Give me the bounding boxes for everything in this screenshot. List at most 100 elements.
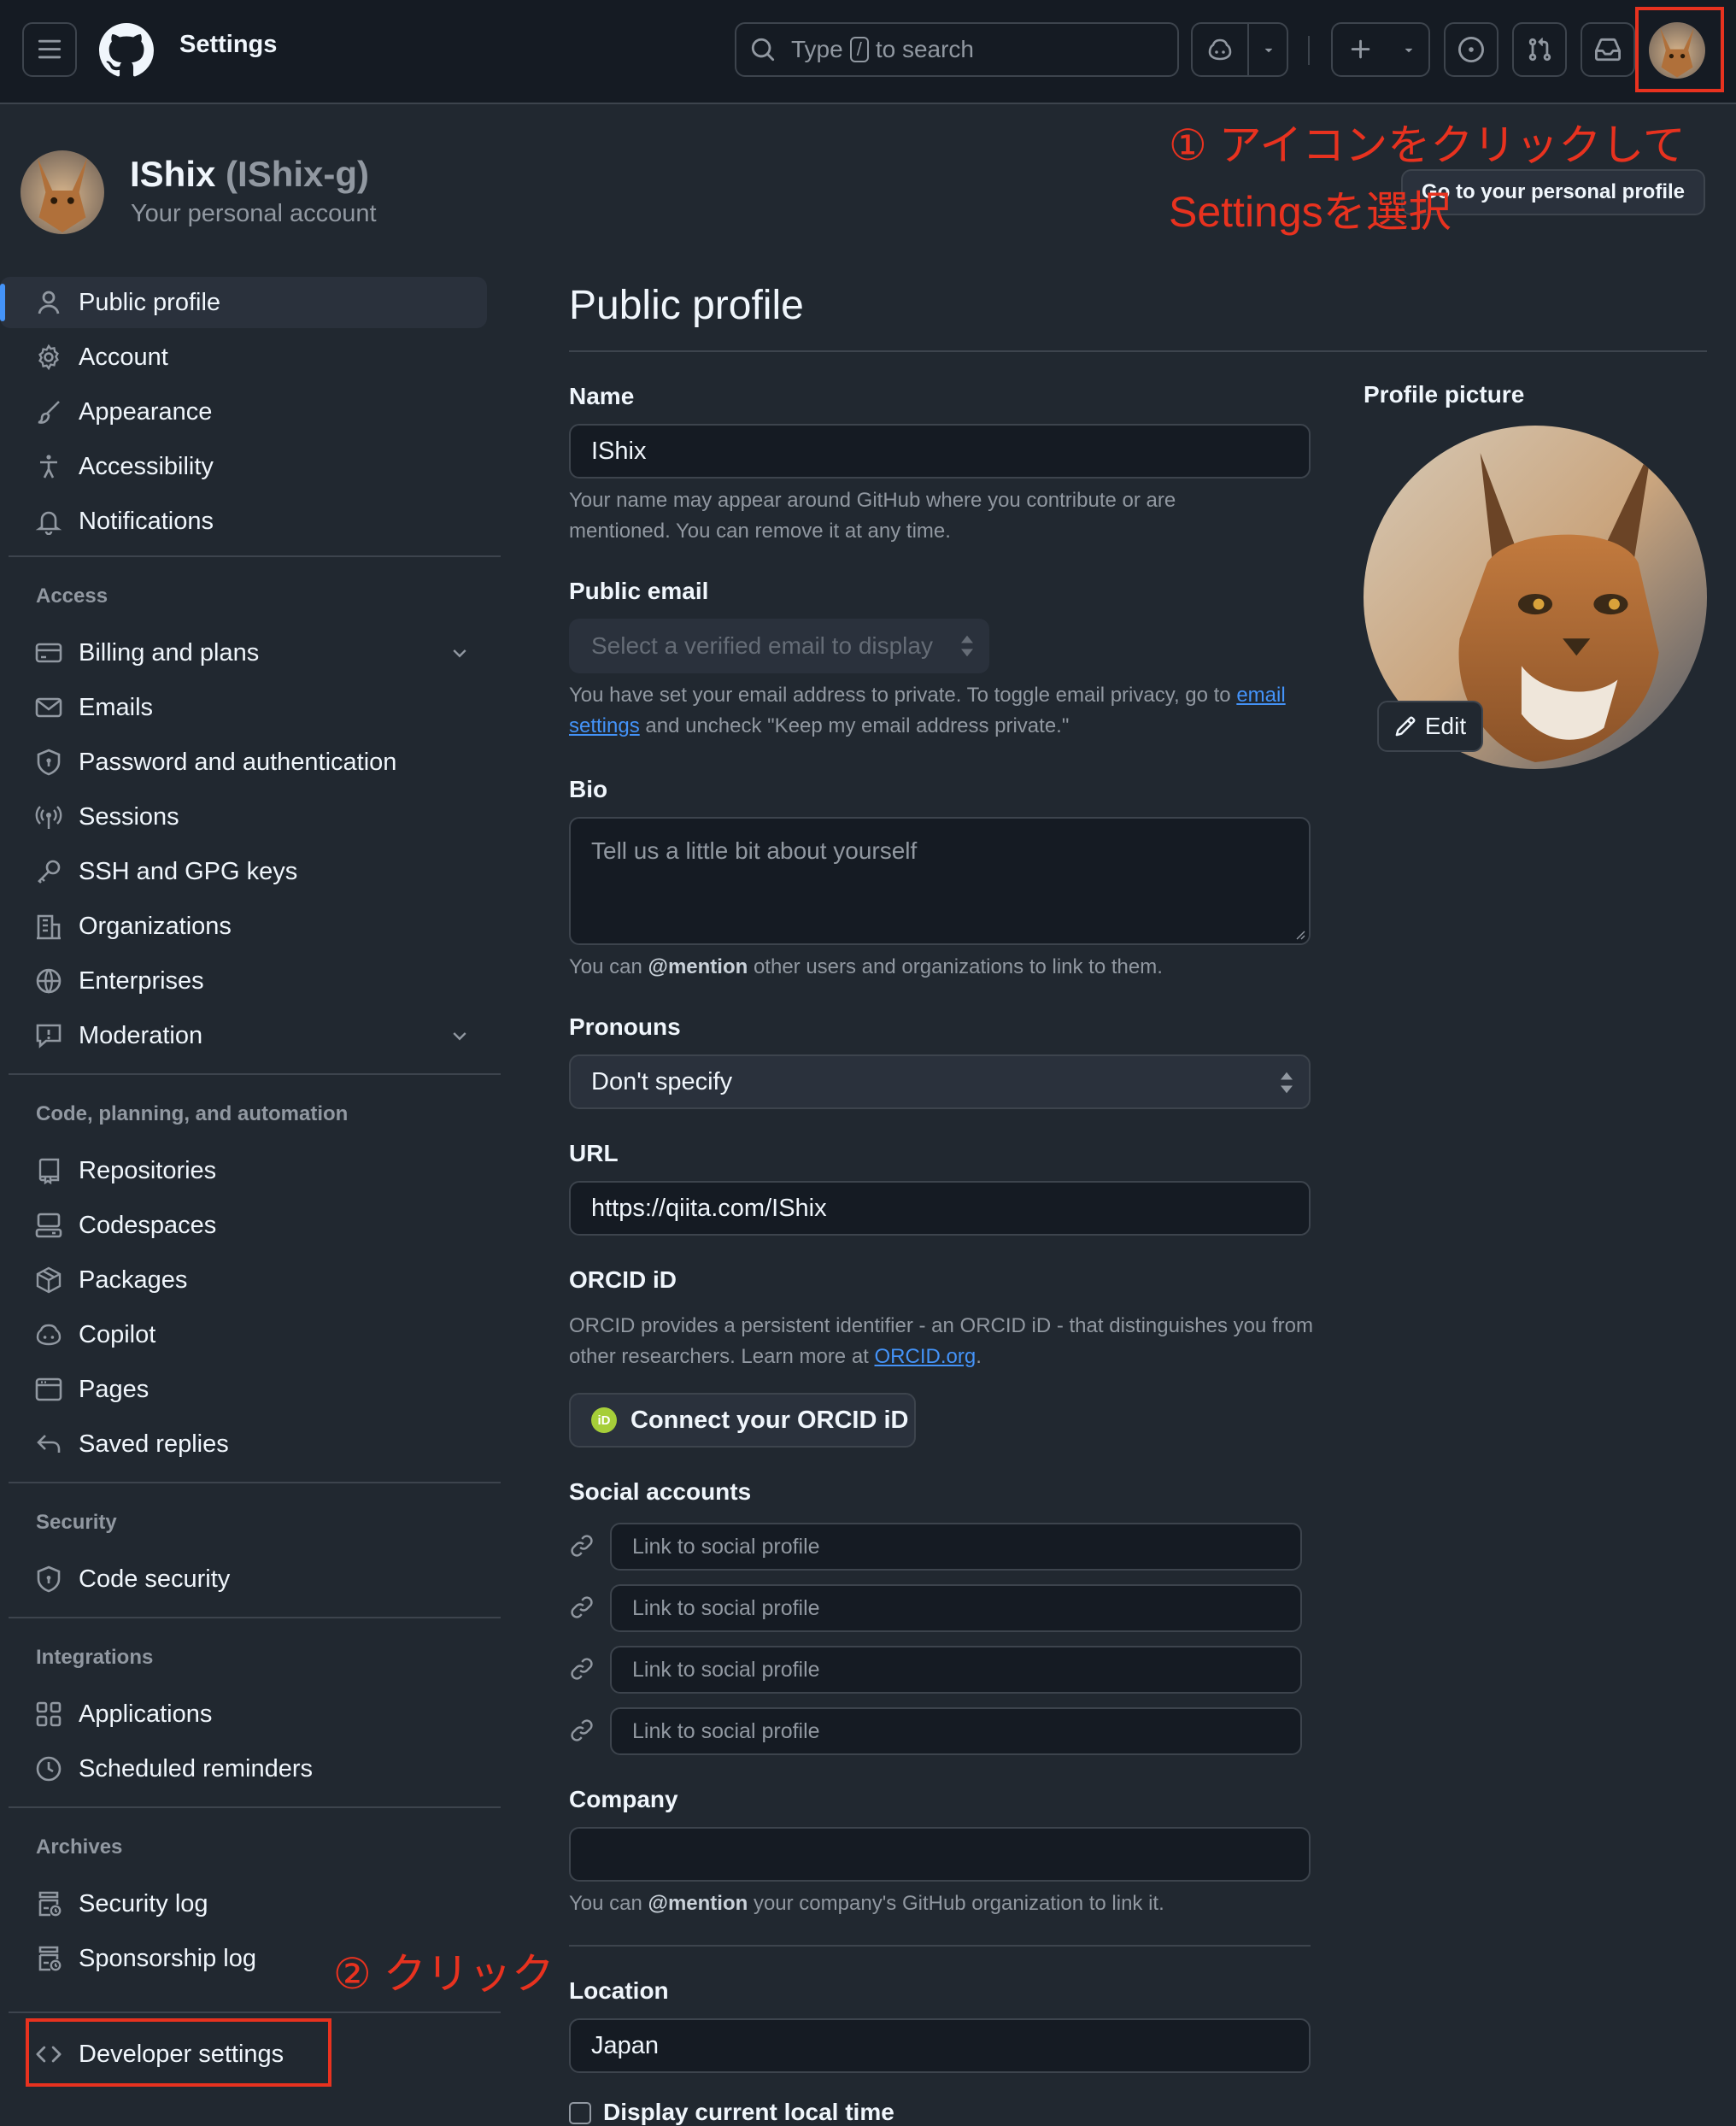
sidebar-item-accessibility[interactable]: Accessibility <box>9 441 487 492</box>
codespaces-icon <box>34 1211 63 1240</box>
chevron-down-icon <box>453 649 466 658</box>
sidebar-section-heading: Access <box>36 584 108 608</box>
orcid-note-period: . <box>976 1345 982 1368</box>
resize-handle-icon[interactable] <box>1292 926 1305 940</box>
social-account-row: Link to social profile <box>569 1523 1304 1571</box>
section-divider <box>569 1945 1311 1947</box>
sidebar-item-pages[interactable]: Pages <box>9 1364 487 1415</box>
bio-note: You can @mention other users and organiz… <box>569 952 1338 983</box>
sidebar-item-label: Repositories <box>79 1156 217 1184</box>
sidebar-item-account[interactable]: Account <box>9 332 487 383</box>
company-note: You can @mention your company's GitHub o… <box>569 1888 1338 1919</box>
location-input[interactable]: Japan <box>569 2018 1311 2073</box>
local-time-checkbox[interactable] <box>569 2102 591 2124</box>
social-profile-input[interactable]: Link to social profile <box>610 1646 1302 1694</box>
sidebar-item-billing-and-plans[interactable]: Billing and plans <box>9 627 487 678</box>
sidebar-item-notifications[interactable]: Notifications <box>9 496 487 547</box>
sidebar-section-heading: Code, planning, and automation <box>36 1102 349 1125</box>
sidebar-item-label: Security log <box>79 1889 208 1918</box>
annotation-highlight-developer-settings <box>26 2018 331 2087</box>
name-input[interactable]: IShix <box>569 424 1311 479</box>
search-input[interactable]: Type / to search <box>735 22 1179 77</box>
account-display-name: IShix <box>130 154 216 194</box>
search-hint-suffix: to search <box>875 36 974 62</box>
social-account-row: Link to social profile <box>569 1707 1304 1755</box>
sidebar-item-packages[interactable]: Packages <box>9 1254 487 1306</box>
link-icon <box>569 1594 595 1620</box>
public-email-note-text-end: and uncheck "Keep my email address priva… <box>645 714 1070 737</box>
sidebar-item-label: Packages <box>79 1266 188 1294</box>
sidebar-divider <box>9 1617 501 1618</box>
public-email-note: You have set your email address to priva… <box>569 680 1338 742</box>
sidebar-item-scheduled-reminders[interactable]: Scheduled reminders <box>9 1743 487 1794</box>
issues-button[interactable] <box>1444 22 1498 77</box>
sidebar-item-copilot[interactable]: Copilot <box>9 1309 487 1360</box>
social-profile-input[interactable]: Link to social profile <box>610 1584 1302 1632</box>
link-icon <box>569 1656 595 1682</box>
sidebar-item-emails[interactable]: Emails <box>9 682 487 733</box>
sidebar-item-sessions[interactable]: Sessions <box>9 791 487 843</box>
pull-requests-button[interactable] <box>1512 22 1567 77</box>
company-input[interactable] <box>569 1827 1311 1882</box>
pencil-icon <box>1395 716 1416 737</box>
public-email-label: Public email <box>569 578 709 604</box>
sidebar-item-applications[interactable]: Applications <box>9 1688 487 1740</box>
sidebar-item-repositories[interactable]: Repositories <box>9 1145 487 1196</box>
sidebar-item-ssh-and-gpg-keys[interactable]: SSH and GPG keys <box>9 846 487 897</box>
bio-textarea[interactable]: Tell us a little bit about yourself <box>569 817 1311 945</box>
sidebar-item-label: Codespaces <box>79 1211 217 1239</box>
hamburger-menu-button[interactable] <box>22 22 77 77</box>
link-icon <box>569 1718 595 1743</box>
report-icon <box>34 1021 63 1050</box>
sidebar-item-public-profile[interactable]: Public profile <box>0 277 487 328</box>
social-profile-placeholder: Link to social profile <box>632 1718 820 1743</box>
sidebar-item-organizations[interactable]: Organizations <box>9 901 487 952</box>
sidebar-item-label: Copilot <box>79 1320 156 1348</box>
mail-icon <box>34 693 63 722</box>
orcid-org-link[interactable]: ORCID.org <box>875 1345 976 1368</box>
sidebar-item-label: Applications <box>79 1700 213 1728</box>
sidebar-item-code-security[interactable]: Code security <box>9 1553 487 1605</box>
inbox-button[interactable] <box>1581 22 1635 77</box>
sidebar-item-label: Sessions <box>79 802 179 831</box>
sidebar-item-enterprises[interactable]: Enterprises <box>9 955 487 1007</box>
pronouns-value: Don't specify <box>591 1067 733 1095</box>
sidebar-item-moderation[interactable]: Moderation <box>9 1010 487 1061</box>
apps-icon <box>34 1700 63 1729</box>
github-logo-icon[interactable] <box>99 23 154 78</box>
create-new-button[interactable] <box>1331 22 1430 77</box>
sidebar-divider <box>9 1482 501 1483</box>
url-input[interactable]: https://qiita.com/IShix <box>569 1181 1311 1236</box>
copilot-menu-button[interactable] <box>1191 22 1288 77</box>
sidebar-item-label: Account <box>79 343 168 371</box>
local-time-label: Display current local time <box>603 2099 894 2125</box>
paintbrush-icon <box>34 397 63 426</box>
git-pull-request-icon <box>1528 38 1551 62</box>
sidebar-item-security-log[interactable]: Security log <box>9 1878 487 1929</box>
sidebar-item-password-and-authentication[interactable]: Password and authentication <box>9 737 487 788</box>
triangle-down-icon <box>1264 48 1273 53</box>
name-input-value: IShix <box>591 437 647 465</box>
social-profile-input[interactable]: Link to social profile <box>610 1523 1302 1571</box>
sidebar-item-codespaces[interactable]: Codespaces <box>9 1200 487 1251</box>
browser-icon <box>34 1375 63 1404</box>
connect-orcid-button[interactable]: iD Connect your ORCID iD <box>569 1393 916 1448</box>
account-name: IShix (IShix-g) <box>130 154 369 195</box>
social-profile-input[interactable]: Link to social profile <box>610 1707 1302 1755</box>
sidebar-section-heading: Security <box>36 1511 117 1534</box>
sidebar-item-appearance[interactable]: Appearance <box>9 386 487 438</box>
sidebar-divider <box>9 1806 501 1808</box>
pronouns-select[interactable]: Don't specify <box>569 1054 1311 1109</box>
edit-profile-picture-button[interactable]: Edit <box>1377 701 1483 752</box>
company-note-text: You can <box>569 1892 642 1915</box>
url-label: URL <box>569 1140 619 1166</box>
sidebar-section-heading: Archives <box>36 1835 123 1859</box>
sidebar-item-label: Sponsorship log <box>79 1944 256 1972</box>
social-profile-placeholder: Link to social profile <box>632 1657 820 1682</box>
sidebar-item-saved-replies[interactable]: Saved replies <box>9 1418 487 1470</box>
orcid-icon: iD <box>591 1407 617 1433</box>
top-header: Settings Type / to search <box>0 0 1736 104</box>
orcid-label: ORCID iD <box>569 1266 677 1293</box>
copilot-icon <box>1208 38 1232 61</box>
public-email-select[interactable]: Select a verified email to display <box>569 619 989 673</box>
